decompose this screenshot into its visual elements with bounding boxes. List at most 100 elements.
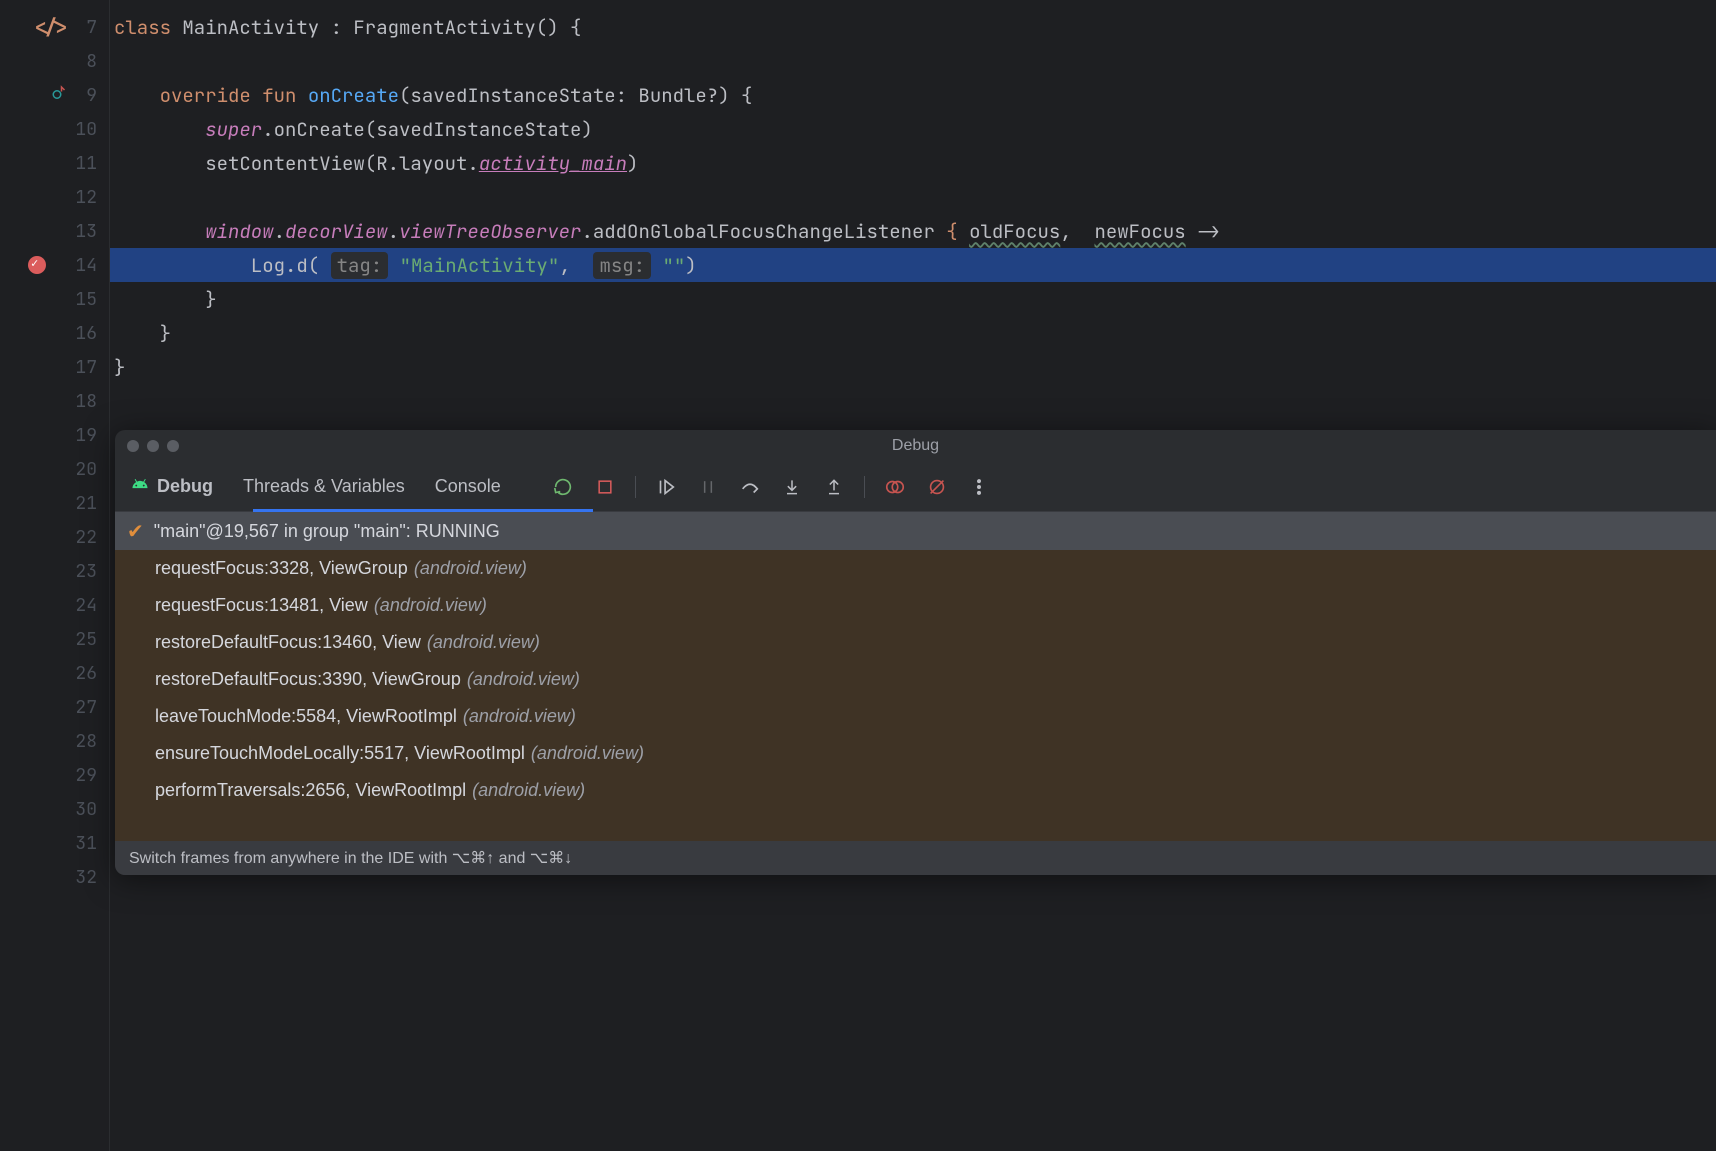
step-over-button[interactable]: [738, 475, 762, 499]
code-line[interactable]: window.decorView.viewTreeObserver.addOnG…: [110, 214, 1716, 248]
gutter-line[interactable]: 20: [0, 452, 109, 486]
gutter-line[interactable]: 26: [0, 656, 109, 690]
code-token: "": [662, 253, 685, 278]
gutter-line[interactable]: 16: [0, 316, 109, 350]
code-token: [114, 83, 160, 108]
frame-signature: requestFocus:3328, ViewGroup: [155, 558, 408, 579]
code-line[interactable]: [110, 180, 1716, 214]
gutter-line[interactable]: 22: [0, 520, 109, 554]
stack-frame-row[interactable]: requestFocus:3328, ViewGroup(android.vie…: [115, 550, 1716, 587]
frame-package: (android.view): [427, 632, 540, 653]
code-token: window: [205, 219, 273, 244]
thread-header-row[interactable]: ✔ "main"@19,567 in group "main": RUNNING: [115, 512, 1716, 550]
tab-threads-label: Threads & Variables: [243, 476, 405, 497]
gutter-line[interactable]: 30: [0, 792, 109, 826]
stop-button[interactable]: [593, 475, 617, 499]
gutter-line[interactable]: 18: [0, 384, 109, 418]
code-line[interactable]: class MainActivity : FragmentActivity() …: [110, 10, 1716, 44]
line-number: 29: [69, 764, 97, 787]
frame-signature: leaveTouchMode:5584, ViewRootImpl: [155, 706, 457, 727]
gutter-line[interactable]: 9: [0, 78, 109, 112]
code-line[interactable]: super.onCreate(savedInstanceState): [110, 112, 1716, 146]
code-token: (savedInstanceState: Bundle?) {: [399, 83, 752, 108]
code-tag-icon: </>: [33, 14, 69, 40]
gutter-line[interactable]: 31: [0, 826, 109, 860]
code-token: [958, 219, 969, 244]
resume-button[interactable]: [654, 475, 678, 499]
tab-debug-label: Debug: [157, 476, 213, 497]
gutter-line[interactable]: 28: [0, 724, 109, 758]
code-line[interactable]: setContentView(R.layout.activity_main): [110, 146, 1716, 180]
gutter-line[interactable]: 10: [0, 112, 109, 146]
code-token: ,: [559, 253, 593, 278]
line-number: 16: [69, 322, 97, 345]
code-token: .: [388, 219, 399, 244]
line-number: 23: [69, 560, 97, 583]
tab-debug[interactable]: Debug: [131, 462, 213, 511]
code-line[interactable]: }: [110, 316, 1716, 350]
stack-frame-row[interactable]: requestFocus:13481, View(android.view): [115, 587, 1716, 624]
code-line[interactable]: [110, 384, 1716, 418]
more-options-button[interactable]: [967, 475, 991, 499]
breakpoint-icon[interactable]: [28, 256, 46, 274]
android-icon: [131, 475, 149, 498]
pause-button[interactable]: [696, 475, 720, 499]
code-line[interactable]: Log.d( tag: "MainActivity", msg: ""): [110, 248, 1716, 282]
gutter-line[interactable]: 8: [0, 44, 109, 78]
code-line[interactable]: [110, 44, 1716, 78]
rerun-button[interactable]: [551, 475, 575, 499]
gutter-line[interactable]: 21: [0, 486, 109, 520]
gutter-line[interactable]: 19: [0, 418, 109, 452]
line-number: 32: [69, 866, 97, 889]
stack-frame-row[interactable]: performTraversals:2656, ViewRootImpl(and…: [115, 772, 1716, 809]
gutter-line[interactable]: 24: [0, 588, 109, 622]
code-token: class: [114, 15, 182, 40]
frame-package: (android.view): [463, 706, 576, 727]
debug-panel-title: Debug: [115, 437, 1716, 455]
gutter-line[interactable]: 29: [0, 758, 109, 792]
stack-frame-row[interactable]: restoreDefaultFocus:3390, ViewGroup(andr…: [115, 661, 1716, 698]
gutter-line[interactable]: 12: [0, 180, 109, 214]
check-icon: ✔: [127, 519, 144, 544]
gutter-line[interactable]: 11: [0, 146, 109, 180]
line-number: 11: [69, 152, 97, 175]
frame-signature: requestFocus:13481, View: [155, 595, 368, 616]
code-line[interactable]: override fun onCreate(savedInstanceState…: [110, 78, 1716, 112]
stack-frame-row[interactable]: ensureTouchModeLocally:5517, ViewRootImp…: [115, 735, 1716, 772]
code-token: oldFocus: [969, 219, 1060, 244]
code-token: }: [114, 287, 217, 312]
gutter-line[interactable]: 14: [0, 248, 109, 282]
debug-toolbar: [551, 475, 991, 499]
gutter-line[interactable]: 13: [0, 214, 109, 248]
gutter-line[interactable]: 25: [0, 622, 109, 656]
frame-signature: restoreDefaultFocus:3390, ViewGroup: [155, 669, 461, 690]
code-line[interactable]: }: [110, 350, 1716, 384]
gutter-line[interactable]: 27: [0, 690, 109, 724]
mute-breakpoints-button[interactable]: [925, 475, 949, 499]
gutter-line[interactable]: 17: [0, 350, 109, 384]
stack-frame-row[interactable]: leaveTouchMode:5584, ViewRootImpl (androi…: [115, 698, 1716, 735]
stack-frame-row[interactable]: restoreDefaultFocus:13460, View(android.…: [115, 624, 1716, 661]
tab-threads-variables[interactable]: Threads & Variables: [243, 462, 405, 511]
line-number: 31: [69, 832, 97, 855]
step-into-button[interactable]: [780, 475, 804, 499]
gutter-line[interactable]: 7</>: [0, 10, 109, 44]
line-number: 7: [69, 16, 97, 39]
line-number: 20: [69, 458, 97, 481]
code-token: ,: [1060, 219, 1094, 244]
code-token: tag:: [331, 252, 389, 279]
tab-console[interactable]: Console: [435, 462, 501, 511]
frame-signature: performTraversals:2656, ViewRootImpl: [155, 780, 466, 801]
gutter-line[interactable]: 23: [0, 554, 109, 588]
code-token: ->: [1186, 219, 1220, 244]
gutter-line[interactable]: 15: [0, 282, 109, 316]
code-token: ): [685, 253, 696, 278]
line-number: 15: [69, 288, 97, 311]
code-token: {: [946, 219, 957, 244]
code-line[interactable]: }: [110, 282, 1716, 316]
line-number: 8: [69, 50, 97, 73]
gutter-line[interactable]: 32: [0, 860, 109, 894]
tab-console-label: Console: [435, 476, 501, 497]
step-out-button[interactable]: [822, 475, 846, 499]
view-breakpoints-button[interactable]: [883, 475, 907, 499]
